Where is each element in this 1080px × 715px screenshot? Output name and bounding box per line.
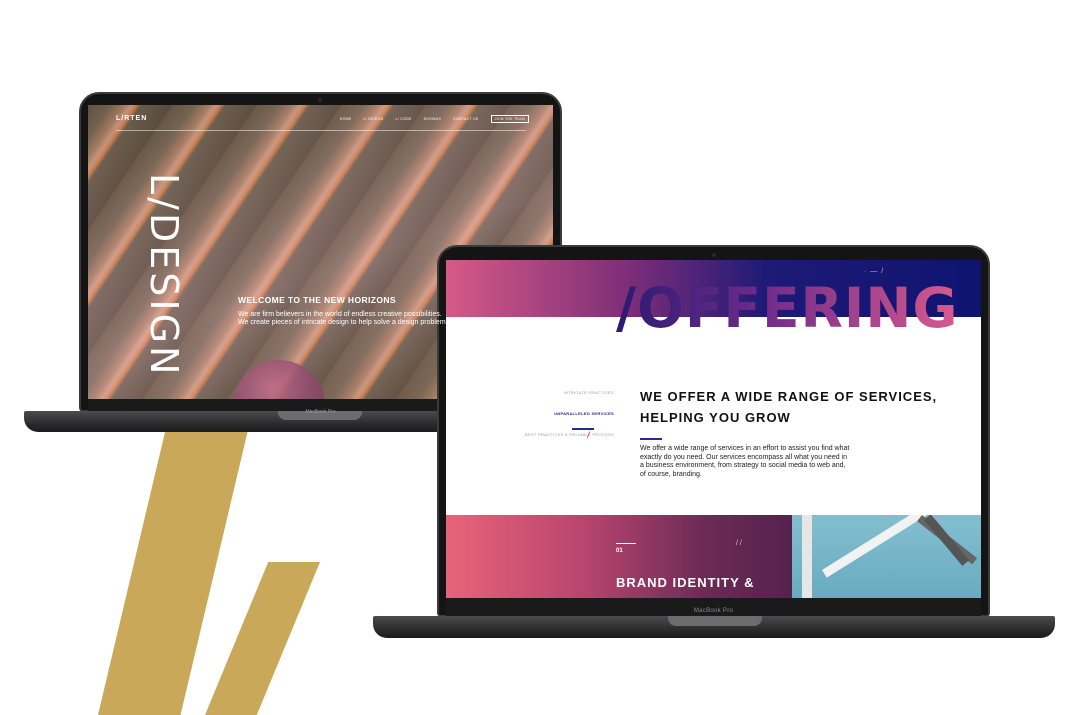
card-decoration: / /: [736, 540, 742, 547]
laptop-brand-label: MacBook Pro: [305, 409, 336, 415]
side-nav-item[interactable]: BEST PRACTICES & RELIABLE PROCESS: [524, 432, 614, 437]
nav-link-code[interactable]: L/ CODE: [395, 117, 411, 121]
camera-dot: [318, 98, 322, 102]
laptop-screen: · — / /OFFERING INTRICATE PRACTICES UNPA…: [446, 260, 981, 598]
slash-mark: /: [587, 430, 590, 440]
laptop-notch: [668, 616, 762, 626]
services-side-nav: INTRICATE PRACTICES UNPARALLELED SERVICE…: [524, 390, 614, 453]
services-body: We offer a wide range of services in an …: [640, 445, 850, 478]
banner-decoration: · — /: [864, 268, 885, 275]
heading-rule: [640, 438, 662, 440]
card-title: BRAND IDENTITY &: [616, 575, 755, 590]
welcome-body: We are firm believers in the world of en…: [238, 311, 448, 326]
camera-dot: [712, 253, 716, 257]
hero-vertical-title: L/DESIGN: [142, 173, 186, 378]
services-heading: WE OFFER A WIDE RANGE OF SERVICES, HELPI…: [640, 389, 938, 425]
card-rule: [616, 543, 636, 544]
site-navbar: L/RTEN HOME L/ DESIGN L/ CODE SHOWUS CON…: [88, 105, 553, 133]
active-item-underline: [572, 428, 594, 430]
offering-title: /OFFERING: [616, 276, 959, 340]
nav-divider: [116, 130, 526, 131]
nav-link-contact[interactable]: CONTACT US: [453, 117, 478, 121]
photo-beam: [802, 515, 812, 598]
photo-beam: [923, 515, 970, 566]
decorative-circle: [233, 360, 325, 399]
nav-link-showus[interactable]: SHOWUS: [424, 117, 442, 121]
laptop-chin: MacBook Pro: [446, 598, 981, 616]
nav-link-home[interactable]: HOME: [340, 117, 352, 121]
nav-links: HOME L/ DESIGN L/ CODE SHOWUS CONTACT US…: [340, 115, 529, 123]
gold-slash-decoration-small: [205, 562, 320, 715]
service-card[interactable]: 01 / / BRAND IDENTITY &: [446, 515, 792, 598]
card-number: 01: [616, 548, 623, 554]
architecture-photo: [792, 515, 981, 598]
welcome-heading: WELCOME TO THE NEW HORIZONS: [238, 295, 396, 305]
side-nav-item[interactable]: INTRICATE PRACTICES: [524, 390, 614, 395]
site-logo[interactable]: L/RTEN: [116, 115, 147, 122]
nav-link-design[interactable]: L/ DESIGN: [363, 117, 383, 121]
join-team-button[interactable]: JOIN THE TEAM: [490, 115, 529, 123]
